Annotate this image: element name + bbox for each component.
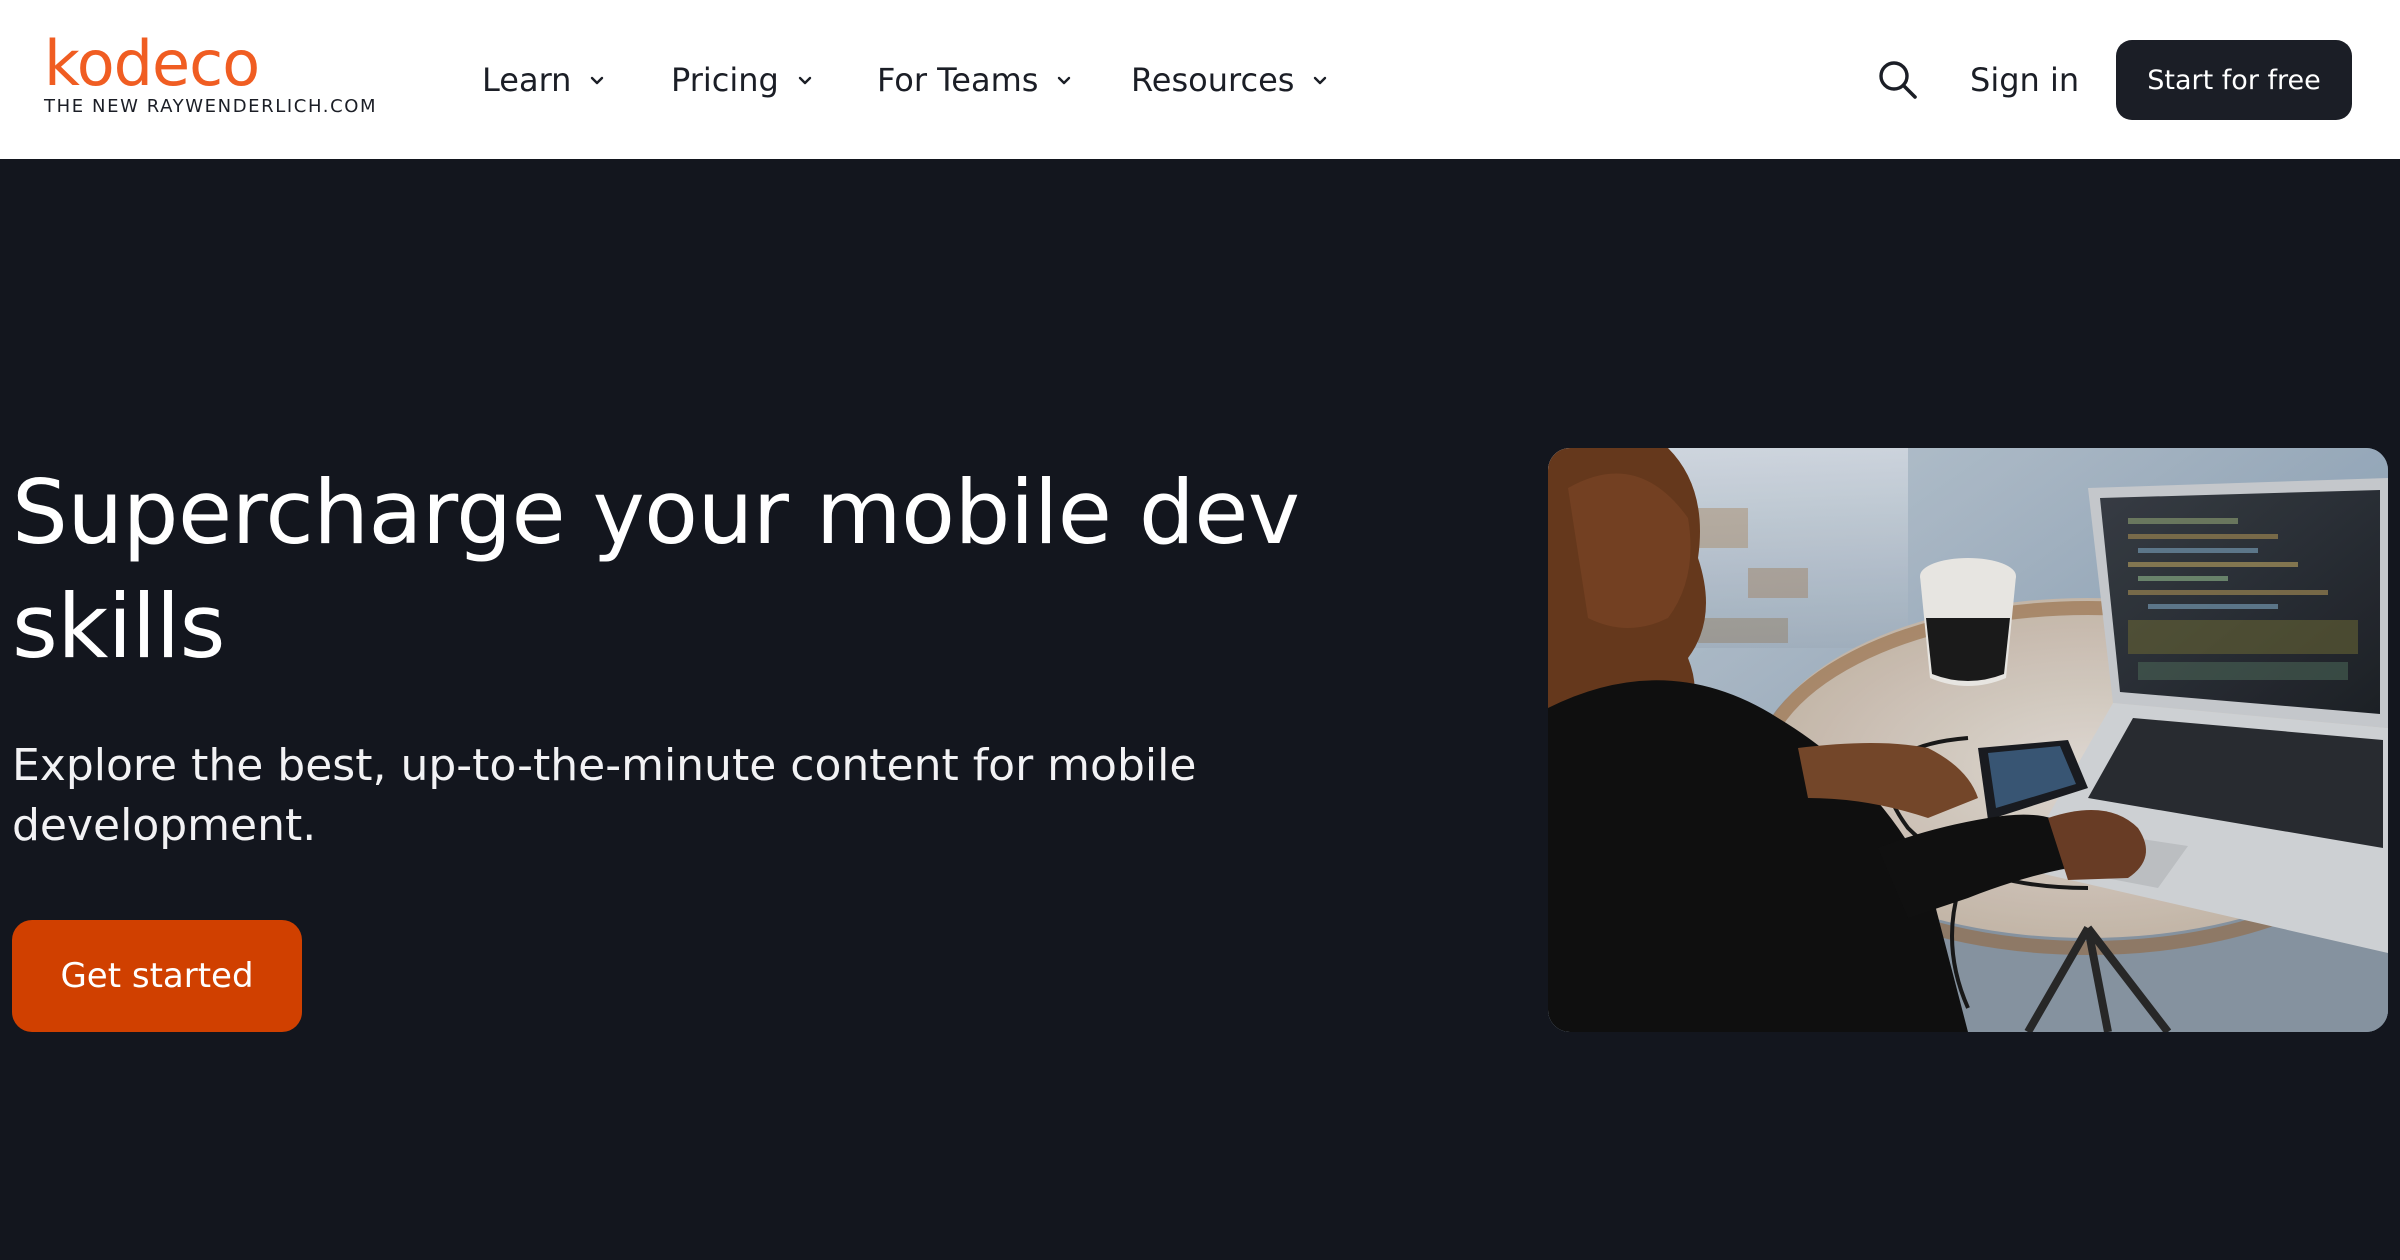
nav-item-label: Pricing (671, 61, 779, 99)
nav-item-label: Learn (482, 61, 572, 99)
search-button[interactable] (1876, 58, 1920, 102)
hero-photo (1548, 448, 2388, 1032)
nav-item-resources[interactable]: Resources (1131, 56, 1330, 104)
logo-wordmark: kodeco (44, 27, 260, 100)
chevron-down-icon (1058, 76, 1071, 85)
logo-tagline: THE NEW RAYWENDERLICH.COM (44, 96, 378, 117)
chevron-down-icon (798, 76, 812, 85)
nav-item-label: For Teams (877, 61, 1039, 99)
nav-item-label: Resources (1131, 61, 1295, 99)
chevron-down-icon (1314, 76, 1327, 85)
start-for-free-button[interactable]: Start for free (2116, 40, 2352, 120)
person-laptop-photo (1548, 448, 2388, 1032)
hero-title: Supercharge your mobile dev skills (12, 461, 1300, 678)
site-header: kodeco THE NEW RAYWENDERLICH.COM Learn P… (0, 0, 2400, 159)
chevron-down-icon (591, 76, 604, 85)
kodeco-logo[interactable]: kodeco THE NEW RAYWENDERLICH.COM (44, 30, 377, 117)
search-icon (1879, 61, 1917, 99)
nav-item-pricing[interactable]: Pricing (671, 56, 815, 104)
hero-subtitle: Explore the best, up-to-the-minute conte… (12, 740, 1197, 851)
get-started-button[interactable]: Get started (12, 920, 302, 1032)
nav-item-learn[interactable]: Learn (482, 56, 607, 104)
sign-in-link[interactable]: Sign in (1970, 56, 2079, 104)
nav-item-for-teams[interactable]: For Teams (877, 56, 1074, 104)
